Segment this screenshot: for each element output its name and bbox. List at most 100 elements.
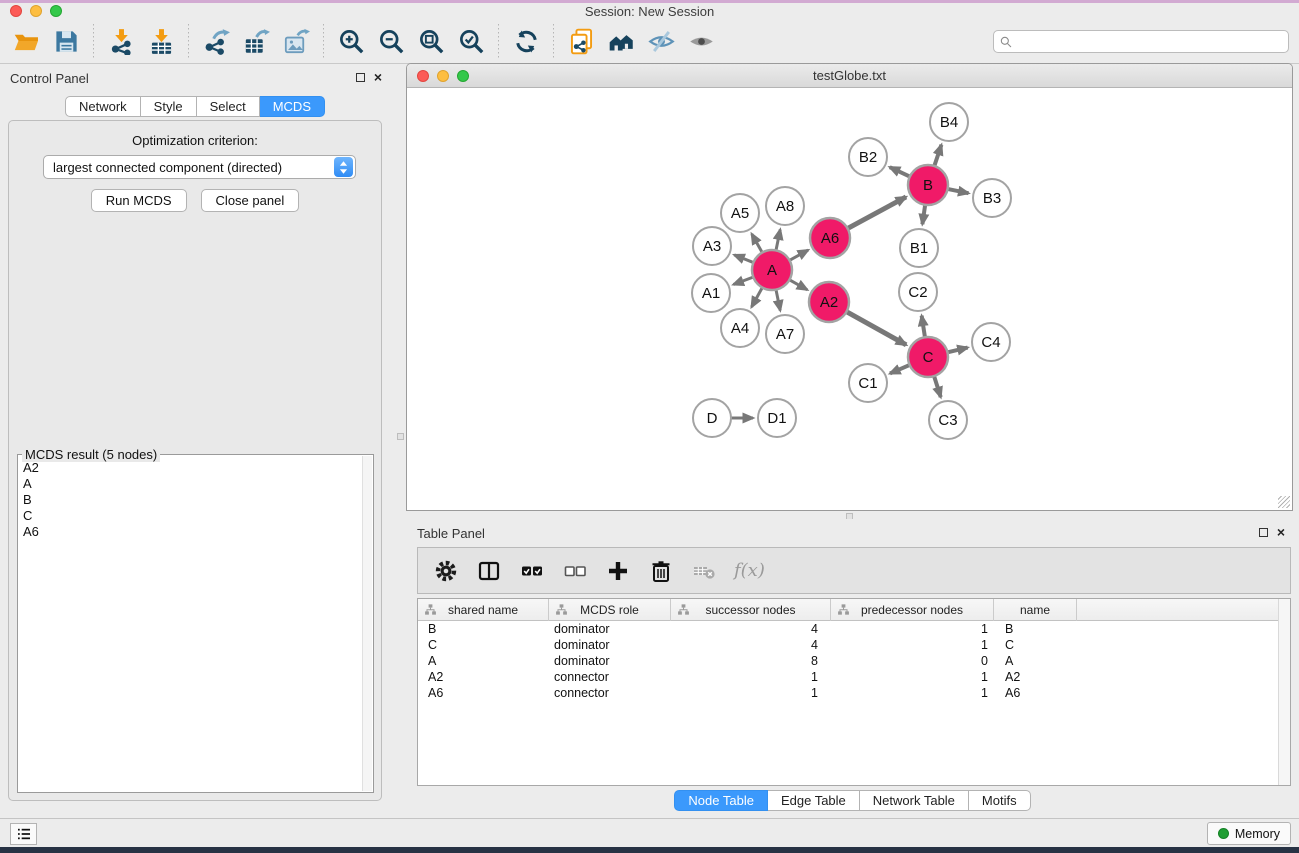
edge-A-A8[interactable] [776,230,781,253]
table-row[interactable]: Cdominator41C [418,637,1290,653]
node-label-B: B [923,177,933,194]
mcds-list-scrollbar[interactable] [362,456,372,791]
toolbar-separator [553,24,554,60]
mcds-result-list[interactable]: A2ABCA6 [19,460,361,791]
network-minimize-button[interactable] [437,70,449,82]
save-session-button[interactable] [46,23,86,61]
control-tab-mcds[interactable]: MCDS [260,96,325,117]
edge-A-A5[interactable] [752,234,763,254]
edge-C-C3[interactable] [933,374,940,397]
split-columns-button[interactable] [476,558,502,584]
mcds-result-item[interactable]: A6 [19,524,361,540]
edge-B-B2[interactable] [890,167,912,177]
export-image-button[interactable] [276,23,316,61]
refresh-layout-button[interactable] [506,23,546,61]
network-window-titlebar[interactable]: testGlobe.txt [407,64,1292,88]
memory-button[interactable]: Memory [1207,822,1291,845]
edge-A-A4[interactable] [752,286,764,307]
edge-A-A3[interactable] [734,255,755,263]
criterion-dropdown[interactable]: largest connected component (directed) [43,155,356,179]
function-builder-button[interactable]: f(x) [734,560,765,581]
table-cell: 8 [671,653,831,669]
edge-B-B4[interactable] [934,145,942,168]
control-panel-title: Control Panel [10,71,89,86]
zoom-window-button[interactable] [50,5,62,17]
table-row[interactable]: A2connector11A2 [418,669,1290,685]
edge-A-A6[interactable] [788,250,808,261]
zoom-out-button[interactable] [371,23,411,61]
network-close-button[interactable] [417,70,429,82]
table-tab-edge-table[interactable]: Edge Table [768,790,860,811]
table-cell: A6 [994,685,1077,701]
close-window-button[interactable] [10,5,22,17]
zoom-selected-button[interactable] [451,23,491,61]
home-view-button[interactable] [601,23,641,61]
mcds-result-item[interactable]: B [19,492,361,508]
open-file-button[interactable] [6,23,46,61]
mcds-result-item[interactable]: A2 [19,460,361,476]
table-row[interactable]: Bdominator41B [418,621,1290,637]
edge-B-B3[interactable] [946,189,969,194]
export-network-button[interactable] [196,23,236,61]
float-table-panel-icon[interactable] [1259,528,1268,537]
control-tab-network[interactable]: Network [65,96,141,117]
main-titlebar[interactable]: Session: New Session [0,3,1299,20]
close-panel-icon[interactable]: × [374,71,382,84]
export-network-icon [203,28,230,55]
import-network-button[interactable] [101,23,141,61]
edge-C-C2[interactable] [922,316,926,339]
select-all-icon [520,559,544,583]
network-canvas[interactable]: B4B2BB3A8A5A6A3B1AA1C2A2A4A7C4CC1C3DD1 [407,88,1292,510]
mcds-result-item[interactable]: C [19,508,361,524]
delete-table-button[interactable] [691,558,717,584]
mcds-result-item[interactable]: A [19,476,361,492]
delete-column-button[interactable] [648,558,674,584]
column-header-successor-nodes[interactable]: successor nodes [671,599,831,621]
delete-column-icon [649,559,673,583]
zoom-fit-button[interactable] [411,23,451,61]
edge-C-C4[interactable] [946,348,968,353]
column-header-shared-name[interactable]: shared name [418,599,549,621]
settings-button[interactable] [433,558,459,584]
task-history-button[interactable] [10,823,37,845]
resize-grip-icon[interactable] [1278,496,1290,508]
minimize-window-button[interactable] [30,5,42,17]
show-details-button[interactable] [681,23,721,61]
table-tab-motifs[interactable]: Motifs [969,790,1031,811]
deselect-all-button[interactable] [562,558,588,584]
node-label-D: D [707,410,718,427]
table-tab-network-table[interactable]: Network Table [860,790,969,811]
import-table-button[interactable] [141,23,181,61]
network-zoom-button[interactable] [457,70,469,82]
zoom-in-button[interactable] [331,23,371,61]
edge-C-C1[interactable] [890,364,911,373]
control-tab-style[interactable]: Style [141,96,197,117]
close-panel-button[interactable]: Close panel [201,189,300,212]
edge-A-A1[interactable] [733,276,755,284]
split-columns-icon [477,559,501,583]
run-mcds-button[interactable]: Run MCDS [91,189,187,212]
table-scrollbar[interactable] [1278,599,1290,785]
export-table-button[interactable] [236,23,276,61]
edge-A2-C[interactable] [845,311,906,345]
network-graph[interactable]: B4B2BB3A8A5A6A3B1AA1C2A2A4A7C4CC1C3DD1 [407,88,1292,510]
control-tab-select[interactable]: Select [197,96,260,117]
search-input[interactable] [1013,35,1283,49]
column-header-name[interactable]: name [994,599,1077,621]
select-all-button[interactable] [519,558,545,584]
float-panel-icon[interactable] [356,73,365,82]
edge-A-A7[interactable] [776,288,781,311]
column-header-predecessor-nodes[interactable]: predecessor nodes [831,599,994,621]
edge-A-A2[interactable] [788,279,808,290]
table-row[interactable]: A6connector11A6 [418,685,1290,701]
table-row[interactable]: Adominator80A [418,653,1290,669]
clone-network-button[interactable] [561,23,601,61]
add-column-button[interactable] [605,558,631,584]
table-tab-node-table[interactable]: Node Table [674,790,768,811]
edge-A6-B[interactable] [846,197,906,230]
column-header-MCDS-role[interactable]: MCDS role [549,599,671,621]
close-table-panel-icon[interactable]: × [1277,526,1285,539]
vertical-splitter-handle[interactable] [397,433,404,440]
hide-details-button[interactable] [641,23,681,61]
search-box[interactable] [993,30,1289,53]
